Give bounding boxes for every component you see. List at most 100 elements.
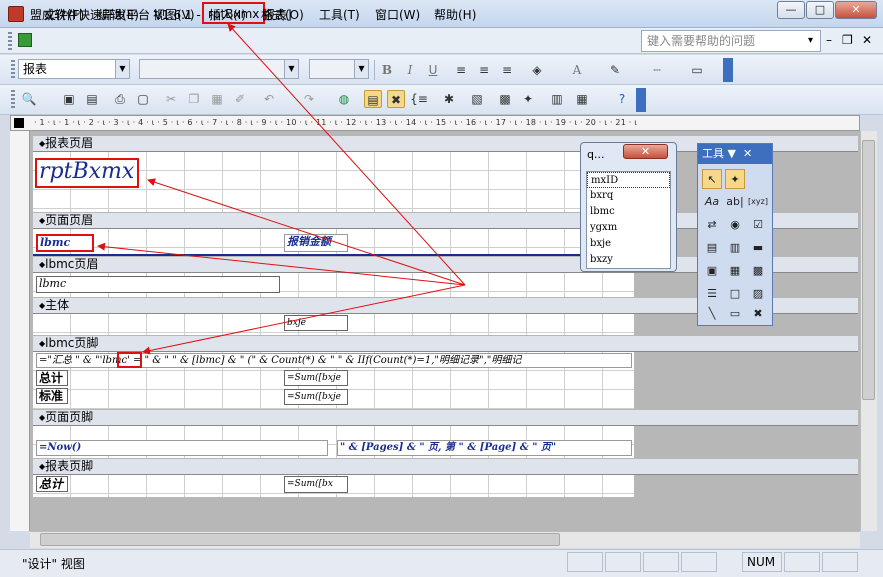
- restore-button[interactable]: □: [806, 1, 834, 19]
- database-window-icon[interactable]: ▥: [548, 90, 566, 108]
- cut-icon[interactable]: ✂: [162, 90, 180, 108]
- band-lbmc-footer[interactable]: lbmc页脚: [33, 336, 858, 352]
- mdi-restore-button[interactable]: ❐: [842, 33, 853, 47]
- help-dropdown-icon[interactable]: ▾: [808, 35, 813, 46]
- bold-button[interactable]: B: [378, 61, 396, 79]
- menu-file[interactable]: 文件(F): [44, 6, 84, 23]
- help-icon[interactable]: ?: [613, 90, 631, 108]
- align-center-icon[interactable]: ≡: [475, 61, 493, 79]
- menu-grip[interactable]: [8, 32, 12, 50]
- chevron-down-icon[interactable]: ▼: [354, 60, 368, 78]
- subform-tool-icon[interactable]: ▨: [748, 284, 768, 304]
- rectangle-tool-icon[interactable]: ▭: [725, 304, 745, 324]
- file-search-icon[interactable]: ▤: [83, 90, 101, 108]
- grand-total-label[interactable]: 总计: [36, 476, 68, 492]
- format-painter-icon[interactable]: ✐: [231, 90, 249, 108]
- total-sum-textbox[interactable]: =Sum([bxje: [284, 370, 348, 386]
- redo-icon[interactable]: ↷: [300, 90, 318, 108]
- line-color-icon[interactable]: ✎: [606, 61, 624, 79]
- report-title-label[interactable]: rptBxmx: [35, 158, 139, 188]
- menu-help[interactable]: 帮助(H): [434, 6, 476, 23]
- close-button[interactable]: ✕: [835, 1, 877, 19]
- report-doc-icon[interactable]: [18, 33, 32, 47]
- align-left-icon[interactable]: ≡: [452, 61, 470, 79]
- mdi-close-button[interactable]: ✕: [862, 33, 872, 47]
- sorting-grouping-icon[interactable]: {≡: [410, 90, 428, 108]
- combobox-tool-icon[interactable]: ▤: [702, 238, 722, 258]
- toolbar-options-icon[interactable]: [636, 88, 646, 112]
- field-item[interactable]: bxrq: [587, 188, 670, 204]
- hyperlink-icon[interactable]: ◍: [335, 90, 353, 108]
- menu-window[interactable]: 窗口(W): [375, 6, 420, 23]
- save-icon[interactable]: ▣: [60, 90, 78, 108]
- italic-button[interactable]: I: [401, 61, 419, 79]
- field-item[interactable]: mxID: [587, 172, 670, 188]
- standard-label[interactable]: 标准: [36, 388, 68, 404]
- tab-control-tool-icon[interactable]: □: [725, 284, 745, 304]
- label-tool-icon[interactable]: Aa: [702, 192, 722, 212]
- toggle-tool-icon[interactable]: ⇄: [702, 215, 722, 235]
- toolbox-title-bar[interactable]: 工具 ▼ ✕: [698, 144, 772, 164]
- border-width-icon[interactable]: ┈: [648, 61, 666, 79]
- paste-icon[interactable]: ▦: [208, 90, 226, 108]
- report-selector[interactable]: [14, 118, 24, 128]
- button-tool-icon[interactable]: ▬: [748, 238, 768, 258]
- unbound-object-tool-icon[interactable]: ▦: [725, 261, 745, 281]
- wizard-tool-icon[interactable]: ✦: [725, 169, 745, 189]
- horizontal-scroll-thumb[interactable]: [40, 533, 560, 546]
- lbmc-column-label[interactable]: lbmc: [36, 234, 94, 252]
- view-icon[interactable]: 🔍: [20, 90, 38, 108]
- field-item[interactable]: lbmc: [587, 204, 670, 220]
- font-name-combo[interactable]: ▼: [139, 59, 299, 79]
- toolbar-grip[interactable]: [11, 60, 15, 80]
- code-icon[interactable]: ▧: [468, 90, 486, 108]
- standard-sum-textbox[interactable]: =Sum([bxje: [284, 389, 348, 405]
- field-item[interactable]: ygxm: [587, 220, 670, 236]
- build-icon[interactable]: ✦: [519, 90, 537, 108]
- toolbox-icon[interactable]: ✖: [387, 90, 405, 108]
- bxje-textbox[interactable]: bxje: [284, 315, 348, 331]
- line-tool-icon[interactable]: ╲: [702, 304, 722, 324]
- toolbar-options-icon[interactable]: [723, 58, 733, 82]
- font-size-combo[interactable]: ▼: [309, 59, 369, 79]
- bound-object-tool-icon[interactable]: ▩: [748, 261, 768, 281]
- toolbar-grip[interactable]: [11, 90, 15, 110]
- autoformat-icon[interactable]: ✱: [440, 90, 458, 108]
- lbmc-textbox[interactable]: lbmc: [36, 276, 280, 293]
- minimize-button[interactable]: —: [777, 1, 805, 19]
- toolbox-window[interactable]: 工具 ▼ ✕ ↖ ✦ Aa ab| [xyz] ⇄ ◉ ☑ ▤ ▥ ▬ ▣ ▦ …: [697, 143, 773, 326]
- app-icon[interactable]: [8, 6, 24, 22]
- field-list-window[interactable]: q... ✕ mxID bxrq lbmc ygxm bxje bxzy: [580, 142, 677, 272]
- menu-view[interactable]: 视图(V): [153, 6, 195, 23]
- option-group-tool-icon[interactable]: [xyz]: [748, 192, 768, 212]
- more-controls-tool-icon[interactable]: ✖: [748, 304, 768, 324]
- field-list[interactable]: mxID bxrq lbmc ygxm bxje bxzy: [586, 171, 671, 269]
- object-combo[interactable]: 报表 ▼: [18, 59, 130, 79]
- textbox-tool-icon[interactable]: ab|: [725, 192, 745, 212]
- undo-icon[interactable]: ↶: [260, 90, 278, 108]
- menu-edit[interactable]: 编辑(E): [98, 6, 139, 23]
- fill-color-icon[interactable]: ◈: [528, 61, 546, 79]
- menu-tools[interactable]: 工具(T): [319, 6, 360, 23]
- now-textbox[interactable]: =Now(): [36, 440, 328, 456]
- mdi-minimize-button[interactable]: –: [826, 33, 832, 47]
- font-color-button[interactable]: A: [568, 61, 586, 79]
- chevron-down-icon[interactable]: ▼: [284, 60, 298, 78]
- field-list-icon[interactable]: ▤: [364, 90, 382, 108]
- special-effect-icon[interactable]: ▭: [688, 61, 706, 79]
- copy-icon[interactable]: ❐: [185, 90, 203, 108]
- print-preview-icon[interactable]: ▢: [134, 90, 152, 108]
- menu-insert[interactable]: 插入(I): [209, 6, 246, 23]
- menu-format[interactable]: 格式(O): [261, 6, 304, 23]
- field-item[interactable]: bxje: [587, 236, 670, 252]
- amount-column-label[interactable]: 报销金额: [284, 234, 348, 252]
- properties-icon[interactable]: ▩: [496, 90, 514, 108]
- grand-total-sum-textbox[interactable]: =Sum([bx: [284, 476, 348, 493]
- listbox-tool-icon[interactable]: ▥: [725, 238, 745, 258]
- field-list-close-button[interactable]: ✕: [623, 144, 668, 159]
- page-break-tool-icon[interactable]: ☰: [702, 284, 722, 304]
- help-search-input[interactable]: 键入需要帮助的问题: [641, 30, 821, 52]
- image-tool-icon[interactable]: ▣: [702, 261, 722, 281]
- total-label[interactable]: 总计: [36, 370, 68, 386]
- checkbox-tool-icon[interactable]: ☑: [748, 215, 768, 235]
